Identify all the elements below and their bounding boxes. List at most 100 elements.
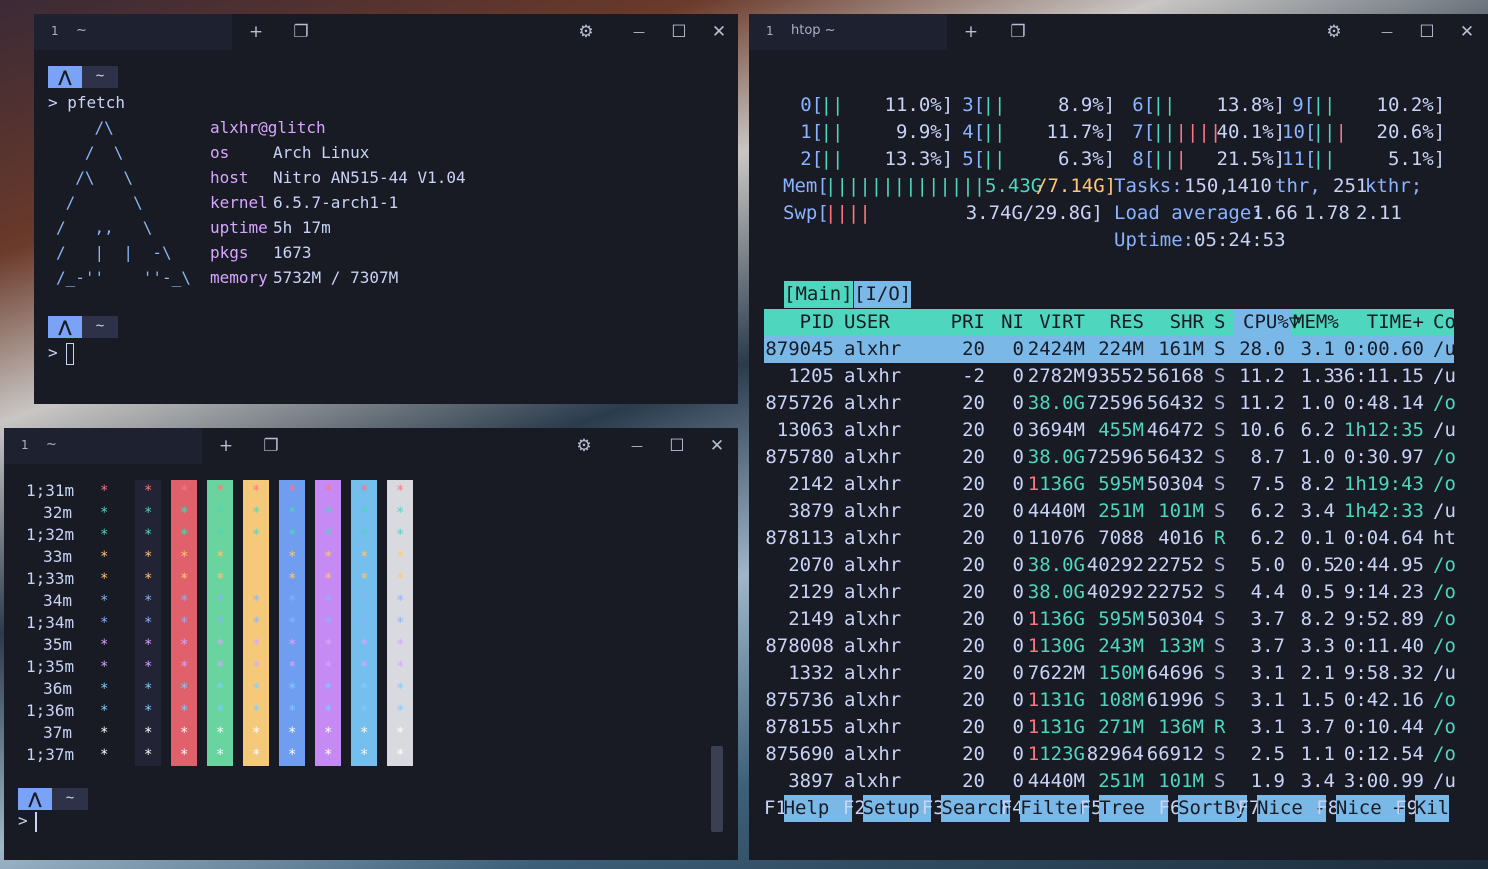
process-cell: 1.5 — [1300, 689, 1335, 711]
star-glyph: * — [396, 615, 405, 631]
mem-total: /7.14G] — [1036, 175, 1117, 197]
process-cell: 0:10.44 — [1343, 716, 1424, 738]
star-glyph: * — [180, 615, 189, 631]
maximize-icon[interactable]: ☐ — [1417, 22, 1437, 42]
process-cell: S — [1214, 689, 1226, 711]
new-tab-plus-icon[interactable]: + — [216, 436, 236, 456]
tab-main[interactable]: [Main] — [784, 281, 853, 308]
star-glyph: * — [100, 747, 109, 763]
cpu-value: 13.3%] — [884, 148, 954, 170]
minimize-icon[interactable]: — — [1377, 22, 1397, 42]
star-glyph: * — [324, 483, 333, 499]
process-cell: 161M — [1158, 338, 1204, 360]
tab-1[interactable]: 1 ~ — [4, 428, 202, 464]
process-cell: 3.7 — [1250, 608, 1285, 630]
process-cell: 1131G — [1027, 716, 1085, 738]
terminal-cursor[interactable] — [66, 343, 74, 365]
process-cell: 1136G — [1027, 473, 1085, 495]
process-cell: S — [1214, 392, 1226, 414]
star-glyph: * — [396, 703, 405, 719]
star-glyph: * — [288, 637, 297, 653]
star-glyph: * — [144, 637, 153, 653]
info-key: pkgs — [210, 243, 249, 262]
process-cell: 20 — [962, 635, 985, 657]
star-glyph: * — [360, 483, 369, 499]
process-cell: alxhr — [844, 770, 902, 792]
process-cell: 251M — [1098, 770, 1144, 792]
star-glyph: * — [324, 593, 333, 609]
process-cell: R — [1214, 716, 1226, 738]
star-glyph: * — [216, 483, 225, 499]
tab-1[interactable]: 1 htop ~ — [749, 14, 947, 50]
maximize-icon[interactable]: ☐ — [667, 436, 687, 456]
process-cell: 56168 — [1146, 365, 1204, 387]
process-cell: 66912 — [1146, 743, 1204, 765]
fkey-action-button[interactable]: Kil — [1414, 795, 1450, 822]
process-cell: 20:44.95 — [1332, 554, 1424, 576]
scrollbar[interactable] — [711, 746, 723, 832]
process-cell: 8.2 — [1300, 608, 1335, 630]
process-cell: S — [1214, 770, 1226, 792]
star-glyph: * — [396, 659, 405, 675]
prompt-symbol: > — [18, 811, 28, 830]
process-cell: 3.4 — [1300, 500, 1335, 522]
star-glyph: * — [360, 747, 369, 763]
star-glyph: * — [360, 681, 369, 697]
star-glyph: * — [324, 681, 333, 697]
column-header: PRI — [950, 311, 985, 333]
star-glyph: * — [144, 615, 153, 631]
process-cell: 3.1 — [1300, 338, 1335, 360]
star-glyph: * — [216, 549, 225, 565]
process-cell: 0:00.60 — [1343, 338, 1424, 360]
titlebar: 1 ~ + ❐ ⚙ — ☐ ✕ — [34, 14, 738, 50]
close-icon[interactable]: ✕ — [709, 22, 729, 42]
tab-io[interactable]: [I/O] — [854, 281, 912, 308]
cpu-value: 11.0%] — [884, 94, 954, 116]
minimize-icon[interactable]: — — [629, 22, 649, 42]
column-header: PID — [799, 311, 834, 333]
process-cell: 3.7 — [1250, 635, 1285, 657]
process-cell: 56432 — [1146, 446, 1204, 468]
close-icon[interactable]: ✕ — [707, 436, 727, 456]
cpu-value: 6.3%] — [1057, 148, 1116, 170]
process-cell: 1.0 — [1300, 392, 1335, 414]
tab-switcher-icon[interactable]: ❐ — [1008, 22, 1028, 42]
star-glyph: * — [252, 483, 261, 499]
process-cell: 875736 — [765, 689, 834, 711]
tab-1[interactable]: 1 ~ — [34, 14, 232, 50]
info-value: Nitro AN515-44 V1.04 — [273, 168, 466, 187]
process-cell: 0 — [1012, 473, 1024, 495]
tab-switcher-icon[interactable]: ❐ — [261, 436, 281, 456]
tab-switcher-icon[interactable]: ❐ — [291, 22, 311, 42]
process-cell: 136M — [1158, 716, 1204, 738]
new-tab-plus-icon[interactable]: + — [961, 22, 981, 42]
star-glyph: * — [100, 571, 109, 587]
process-cell: S — [1214, 473, 1226, 495]
process-cell: 28.0 — [1239, 338, 1285, 360]
process-cell: 0 — [1012, 581, 1024, 603]
process-cell: 40292 — [1086, 554, 1144, 576]
arch-logo-icon: ⋀ — [48, 66, 82, 88]
star-glyph: * — [288, 659, 297, 675]
process-cell: 1.0 — [1300, 446, 1335, 468]
minimize-icon[interactable]: — — [627, 436, 647, 456]
settings-gear-icon[interactable]: ⚙ — [576, 22, 596, 42]
terminal-cursor[interactable] — [35, 812, 37, 832]
star-glyph: * — [144, 725, 153, 741]
process-cell: 0 — [1012, 446, 1024, 468]
settings-gear-icon[interactable]: ⚙ — [1324, 22, 1344, 42]
maximize-icon[interactable]: ☐ — [669, 22, 689, 42]
star-glyph: * — [396, 725, 405, 741]
process-cell: /o — [1433, 446, 1456, 468]
process-cell: 0.5 — [1300, 554, 1335, 576]
new-tab-plus-icon[interactable]: + — [246, 22, 266, 42]
info-key: memory — [210, 268, 268, 287]
column-header: USER — [844, 311, 890, 333]
settings-gear-icon[interactable]: ⚙ — [574, 436, 594, 456]
process-cell: S — [1214, 446, 1226, 468]
close-icon[interactable]: ✕ — [1457, 22, 1477, 42]
process-cell: 879045 — [765, 338, 834, 360]
star-glyph: * — [216, 637, 225, 653]
info-key: host — [210, 168, 249, 187]
titlebar: 1 ~ + ❐ ⚙ — ☐ ✕ — [4, 428, 738, 464]
